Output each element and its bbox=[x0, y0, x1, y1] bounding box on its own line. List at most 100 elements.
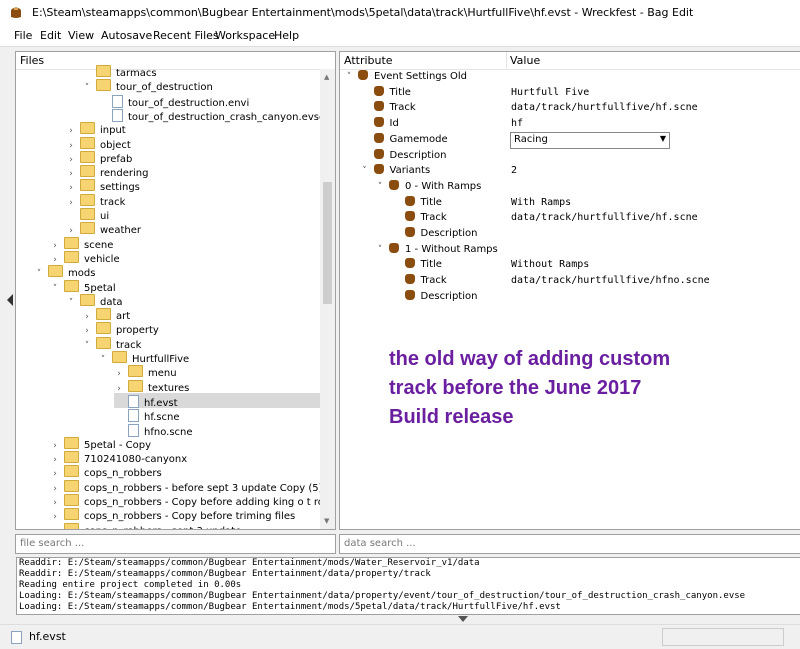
collapse-left-icon[interactable] bbox=[6, 294, 14, 306]
attribute-label: Track bbox=[389, 102, 416, 114]
bag-icon bbox=[404, 195, 415, 206]
expanded-chevron-icon[interactable]: ˅ bbox=[82, 339, 92, 354]
dropdown-arrow-icon[interactable]: ▼ bbox=[660, 134, 666, 143]
attribute-value[interactable]: hf bbox=[511, 118, 523, 129]
gamemode-select[interactable]: Racing ▼ bbox=[510, 131, 670, 149]
menu-autosave[interactable]: Autosave bbox=[101, 29, 152, 42]
attribute-row[interactable]: Gamemode bbox=[360, 132, 448, 148]
file-item[interactable]: tour_of_destruction.envi bbox=[98, 93, 320, 109]
attribute-row[interactable]: Track bbox=[391, 210, 447, 226]
folder-item[interactable]: › cops_n_robbers - before sept 3 update C… bbox=[50, 479, 323, 494]
folder-item[interactable]: › scene bbox=[50, 236, 320, 251]
title-bar: E:\Steam\steamapps\common\Bugbear Entert… bbox=[0, 0, 800, 26]
folder-item[interactable]: › 5petal - Copy bbox=[50, 436, 320, 451]
folder-item[interactable]: › cops_n_robbers - sept 3 update bbox=[50, 522, 320, 529]
folder-item[interactable]: › rendering bbox=[66, 164, 320, 179]
attribute-label: Description bbox=[420, 290, 478, 302]
folder-item[interactable]: › settings bbox=[66, 178, 320, 193]
folder-item[interactable]: › vehicle bbox=[50, 250, 320, 265]
attribute-row[interactable]: Description bbox=[360, 148, 446, 164]
value-column-header[interactable]: Value bbox=[510, 52, 540, 69]
folder-item[interactable]: › prefab bbox=[66, 150, 320, 165]
folder-item[interactable]: › input bbox=[66, 121, 320, 136]
expanded-chevron-icon[interactable]: ˅ bbox=[375, 179, 385, 195]
attribute-value[interactable]: data/track/hurtfullfive/hf.scne bbox=[511, 212, 698, 223]
data-search-input[interactable]: data search ... bbox=[339, 534, 800, 554]
attribute-row[interactable]: ˅ 0 - With Ramps bbox=[375, 179, 481, 195]
file-item[interactable]: hf.evst bbox=[114, 392, 320, 409]
collapse-log-icon[interactable] bbox=[458, 616, 468, 622]
menu-file[interactable]: File bbox=[14, 29, 32, 42]
folder-item[interactable]: ˅ 5petal bbox=[50, 279, 320, 294]
bag-icon bbox=[404, 274, 415, 285]
files-scrollbar[interactable]: ▲ ▼ bbox=[320, 69, 335, 529]
folder-icon bbox=[80, 293, 95, 306]
folder-item[interactable]: ˅ track bbox=[82, 336, 320, 351]
folder-item[interactable]: ˅ mods bbox=[34, 264, 320, 279]
expanded-chevron-icon[interactable]: ˅ bbox=[82, 81, 92, 96]
menu-view[interactable]: View bbox=[68, 29, 94, 42]
bag-icon bbox=[373, 101, 384, 112]
menu-recent-files[interactable]: Recent Files bbox=[153, 29, 219, 42]
attribute-label: Track bbox=[420, 275, 447, 287]
folder-item[interactable]: › cops_n_robbers bbox=[50, 464, 320, 479]
expanded-chevron-icon[interactable]: ˅ bbox=[34, 267, 44, 282]
attribute-value[interactable]: data/track/hurtfullfive/hf.scne bbox=[511, 102, 698, 113]
file-item[interactable]: hf.scne bbox=[114, 407, 320, 423]
files-scrollbar-thumb[interactable] bbox=[323, 182, 332, 304]
folder-icon bbox=[64, 465, 79, 478]
folder-item[interactable]: › art bbox=[82, 307, 320, 322]
folder-item[interactable]: tarmacs bbox=[82, 64, 320, 79]
attribute-row[interactable]: ˅ Event Settings Old bbox=[344, 69, 467, 85]
folder-item[interactable]: › textures bbox=[114, 379, 320, 394]
attribute-row[interactable]: Title bbox=[360, 85, 411, 101]
attribute-row[interactable]: Title bbox=[391, 257, 442, 273]
attribute-row[interactable]: Track bbox=[360, 100, 416, 116]
attribute-value[interactable]: Hurtfull Five bbox=[511, 87, 589, 98]
folder-item[interactable]: ˅ data bbox=[66, 293, 320, 308]
expanded-chevron-icon[interactable]: ˅ bbox=[360, 163, 370, 179]
menu-edit[interactable]: Edit bbox=[40, 29, 61, 42]
attribute-row[interactable]: ˅ 1 - Without Ramps bbox=[375, 242, 498, 258]
attribute-value[interactable]: data/track/hurtfullfive/hfno.scne bbox=[511, 275, 710, 286]
collapsed-chevron-icon[interactable]: › bbox=[50, 525, 60, 529]
file-item[interactable]: hfno.scne bbox=[114, 422, 320, 438]
attribute-column-header[interactable]: Attribute bbox=[344, 52, 393, 69]
attribute-row[interactable]: ˅ Variants bbox=[360, 163, 430, 179]
attribute-row[interactable]: Description bbox=[391, 289, 478, 305]
attribute-row[interactable]: Description bbox=[391, 226, 477, 242]
folder-item[interactable]: › menu bbox=[114, 364, 320, 379]
attribute-value[interactable]: With Ramps bbox=[511, 197, 571, 208]
expanded-chevron-icon[interactable]: ˅ bbox=[50, 282, 60, 297]
expanded-chevron-icon[interactable]: ˅ bbox=[344, 69, 354, 85]
folder-item[interactable]: › cops_n_robbers - Copy before triming fi… bbox=[50, 507, 320, 522]
folder-item[interactable]: ui bbox=[66, 207, 320, 222]
folder-icon bbox=[128, 365, 143, 378]
expanded-chevron-icon[interactable]: ˅ bbox=[98, 353, 108, 368]
folder-item[interactable]: ˅ tour_of_destruction bbox=[82, 78, 320, 93]
folder-icon bbox=[96, 79, 111, 92]
menu-help[interactable]: Help bbox=[274, 29, 299, 42]
folder-item[interactable]: › cops_n_robbers - Copy before adding kin… bbox=[50, 493, 335, 508]
tree-item-label: cops_n_robbers - sept 3 update bbox=[84, 526, 241, 529]
folder-icon bbox=[64, 479, 79, 492]
folder-item[interactable]: › object bbox=[66, 136, 320, 151]
gamemode-value: Racing bbox=[514, 133, 548, 145]
attribute-row[interactable]: Track bbox=[391, 273, 447, 289]
folder-item[interactable]: › 710241080-canyonx bbox=[50, 450, 320, 465]
expanded-chevron-icon[interactable]: ˅ bbox=[375, 242, 385, 258]
folder-item[interactable]: › weather bbox=[66, 221, 320, 236]
menu-workspace[interactable]: Workspace bbox=[215, 29, 275, 42]
expanded-chevron-icon[interactable]: ˅ bbox=[66, 296, 76, 311]
attribute-value[interactable]: 2 bbox=[511, 165, 517, 176]
log-line: Loading: E:/Steam/steamapps/common/Bugbe… bbox=[19, 602, 561, 612]
attribute-value[interactable]: Without Ramps bbox=[511, 259, 589, 270]
attribute-row[interactable]: Id bbox=[360, 116, 399, 132]
folder-item[interactable]: › property bbox=[82, 321, 320, 336]
folder-item[interactable]: ˅ HurtfullFive bbox=[98, 350, 320, 365]
folder-item[interactable]: › track bbox=[66, 193, 320, 208]
file-item[interactable]: tour_of_destruction_crash_canyon.evse bbox=[98, 107, 325, 123]
file-search-input[interactable]: file search ... bbox=[15, 534, 336, 554]
attribute-row[interactable]: Title bbox=[391, 195, 442, 211]
log-line: Readdir: E:/Steam/steamapps/common/Bugbe… bbox=[19, 569, 431, 579]
